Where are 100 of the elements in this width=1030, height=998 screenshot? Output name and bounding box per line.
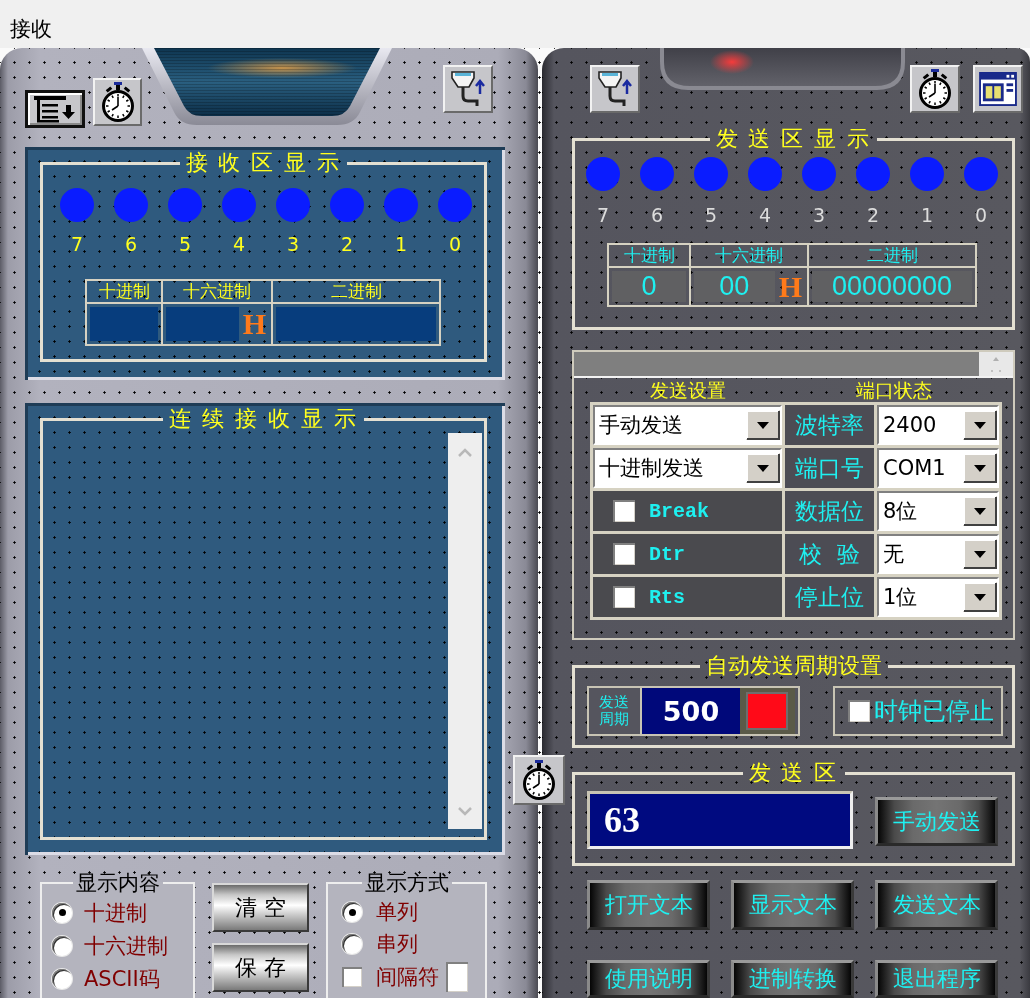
dropdown[interactable]: COM1 <box>877 448 999 488</box>
connector-icon <box>598 71 632 107</box>
dropdown-arrow-icon <box>963 410 997 440</box>
group-title: 显示方式 <box>363 870 450 896</box>
bit-label: 6 <box>650 204 664 226</box>
column-header: 十进制 <box>87 281 163 304</box>
action-button[interactable]: 显示文本 <box>731 880 854 930</box>
checkbox[interactable] <box>342 967 362 987</box>
radio-label: 十六进制 <box>84 932 168 960</box>
send-button[interactable]: 手动发送 <box>875 797 998 846</box>
bit-label: 2 <box>340 233 354 255</box>
bit-label: 0 <box>448 233 462 255</box>
stopwatch-icon <box>919 69 951 109</box>
radio-button[interactable] <box>342 902 362 922</box>
radio-button[interactable] <box>52 935 72 956</box>
radio-label: 串列 <box>376 931 418 958</box>
value-field: 00 <box>694 271 775 302</box>
window-button[interactable] <box>973 65 1023 113</box>
column-header: 二进制 <box>809 245 975 268</box>
column-header: 十进制 <box>609 245 691 268</box>
radio-button[interactable] <box>342 934 362 954</box>
checkbox-label: 间隔符 <box>376 964 439 991</box>
bit-label: 6 <box>124 233 138 255</box>
checkbox[interactable] <box>613 500 635 522</box>
group-title: 接 收 区 显 示 <box>184 150 343 176</box>
setting-label: 波特率 <box>785 405 874 445</box>
bit-label: 7 <box>70 233 84 255</box>
dropdown-arrow-icon <box>746 453 780 483</box>
dropdown-arrow-icon <box>746 410 780 440</box>
checkbox[interactable] <box>613 543 635 565</box>
value-field: 00000000 <box>812 271 972 302</box>
column-header: 十六进制 <box>163 281 273 304</box>
status-square-icon <box>740 688 795 734</box>
window-title: 接收 <box>10 16 52 43</box>
action-button[interactable]: 打开文本 <box>587 880 710 930</box>
separator-field[interactable] <box>446 962 468 992</box>
radio-button[interactable] <box>52 968 72 989</box>
period-field[interactable]: 500 <box>642 688 740 734</box>
stopwatch-icon <box>101 82 134 122</box>
checkbox-label: Break <box>649 499 709 523</box>
bit-label: 3 <box>286 233 300 255</box>
dropdown-arrow-icon <box>963 582 997 612</box>
action-button[interactable]: 清 空 <box>212 883 309 932</box>
dropdown[interactable]: 8位 <box>877 491 999 531</box>
group-title: 显示内容 <box>74 870 161 896</box>
dropdown-arrow-icon <box>963 496 997 526</box>
action-button[interactable]: 保 存 <box>212 943 309 992</box>
radio-label: ASCII码 <box>84 965 160 993</box>
bit-label: 1 <box>394 233 408 255</box>
timer-button[interactable] <box>513 755 565 805</box>
value-field: 0 <box>612 271 686 302</box>
bit-label: 3 <box>812 204 826 226</box>
connect-button[interactable] <box>443 65 493 113</box>
group-title: 连 续 接 收 显 示 <box>168 406 359 432</box>
checkbox-label: Dtr <box>649 542 685 566</box>
checkbox[interactable] <box>848 700 870 722</box>
action-button[interactable]: 退出程序 <box>875 960 998 998</box>
action-button[interactable]: 发送文本 <box>875 880 998 930</box>
bit-label: 4 <box>232 233 246 255</box>
dropdown[interactable]: 1位 <box>877 577 999 617</box>
dropdown[interactable]: 手动发送 <box>593 405 782 445</box>
dropdown[interactable]: 2400 <box>877 405 999 445</box>
checkbox-label: Rts <box>649 585 685 609</box>
action-button[interactable]: 进制转换 <box>731 960 854 998</box>
value-field <box>90 307 158 341</box>
action-button[interactable]: 使用说明 <box>587 960 710 998</box>
dropdown-arrow-icon <box>963 539 997 569</box>
setting-label: 数据位 <box>785 491 874 531</box>
bit-label: 4 <box>758 204 772 226</box>
bit-label: 2 <box>866 204 880 226</box>
dropdown[interactable]: 十进制发送 <box>593 448 782 488</box>
hex-suffix: H <box>242 308 266 340</box>
setting-label: 停止位 <box>785 577 874 617</box>
bit-label: 5 <box>704 204 718 226</box>
checkbox-label: 时钟已停止 <box>874 696 994 727</box>
timer-button[interactable] <box>910 65 960 113</box>
connector-icon <box>451 71 485 107</box>
stopwatch-icon <box>523 760 555 800</box>
section-title: 发送设置 <box>648 378 727 402</box>
list-down-icon <box>34 95 76 123</box>
column-header: 二进制 <box>273 281 439 304</box>
radio-button[interactable] <box>52 902 72 923</box>
section-title: 端口状态 <box>854 378 933 402</box>
window-icon <box>979 72 1017 106</box>
send-input-field[interactable]: 63 <box>587 791 853 849</box>
bit-label: 7 <box>596 204 610 226</box>
bit-label: 1 <box>920 204 934 226</box>
hex-suffix: H <box>778 270 802 303</box>
bit-label: 5 <box>178 233 192 255</box>
radio-label: 十进制 <box>84 899 147 927</box>
timer-button[interactable] <box>93 78 142 126</box>
checkbox[interactable] <box>613 586 635 608</box>
setting-label: 端口号 <box>785 448 874 488</box>
connect-button[interactable] <box>590 65 640 113</box>
column-header: 十六进制 <box>691 245 809 268</box>
dropdown[interactable]: 无 <box>877 534 999 574</box>
dropdown-arrow-icon <box>963 453 997 483</box>
bit-label: 0 <box>974 204 988 226</box>
group-title: 发 送 区 <box>747 760 840 786</box>
list-button[interactable] <box>25 90 85 128</box>
